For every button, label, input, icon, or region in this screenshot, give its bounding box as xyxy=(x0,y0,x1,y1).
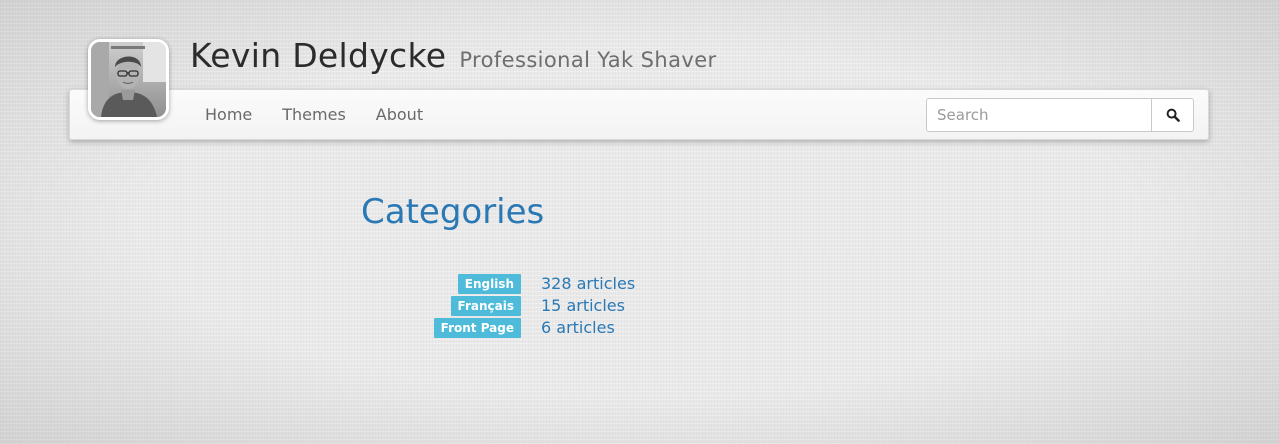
nav-links: Home Themes About xyxy=(190,90,438,139)
search-icon xyxy=(1166,108,1180,122)
category-row: Front Page 6 articles xyxy=(361,317,761,339)
category-count-front-page[interactable]: 6 articles xyxy=(541,317,615,339)
nav-home-link[interactable]: Home xyxy=(190,105,267,124)
category-count-english[interactable]: 328 articles xyxy=(541,273,635,295)
site-name[interactable]: Kevin Deldycke xyxy=(190,36,446,75)
category-badge-francais[interactable]: Français xyxy=(450,296,521,316)
site-title[interactable]: Kevin Deldycke Professional Yak Shaver xyxy=(190,36,717,80)
category-row: English 328 articles xyxy=(361,273,761,295)
avatar-photo xyxy=(91,42,166,117)
search-input[interactable] xyxy=(926,98,1151,132)
site-tagline: Professional Yak Shaver xyxy=(459,48,717,72)
page-title: Categories xyxy=(361,192,545,232)
search-button[interactable] xyxy=(1151,98,1194,132)
avatar[interactable] xyxy=(88,39,169,120)
navbar: Home Themes About xyxy=(69,89,1209,140)
category-badge-english[interactable]: English xyxy=(457,274,521,294)
category-list: English 328 articles Français 15 article… xyxy=(361,273,761,339)
category-count-francais[interactable]: 15 articles xyxy=(541,295,625,317)
category-badge-front-page[interactable]: Front Page xyxy=(433,318,521,338)
nav-themes-link[interactable]: Themes xyxy=(267,105,361,124)
category-row: Français 15 articles xyxy=(361,295,761,317)
nav-about-link[interactable]: About xyxy=(361,105,438,124)
search-form xyxy=(926,98,1194,132)
